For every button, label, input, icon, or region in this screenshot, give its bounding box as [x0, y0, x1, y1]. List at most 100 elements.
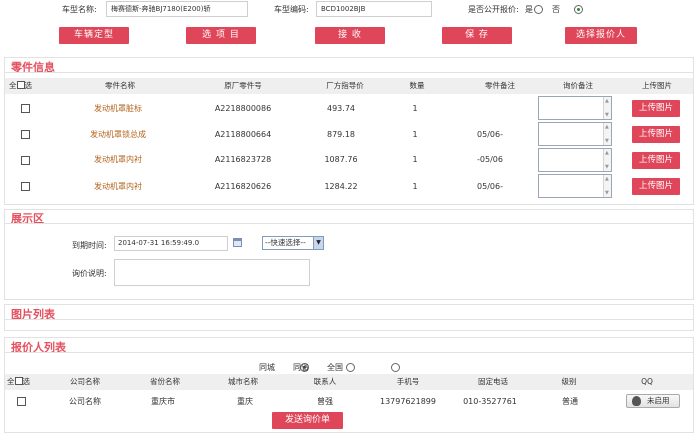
part-qty: 1 — [412, 155, 418, 164]
quoter-select-all-label[interactable]: 全选 — [7, 374, 30, 390]
chevron-down-icon[interactable]: ▼ — [313, 237, 323, 249]
header-qty: 数量 — [409, 81, 425, 90]
calendar-icon-top — [234, 239, 241, 241]
scope-nation-label: 全国 — [327, 363, 343, 372]
quoter-phone: 010-3527761 — [463, 397, 517, 406]
inquiry-remark-textarea[interactable] — [538, 122, 612, 146]
upload-image-button[interactable]: 上传图片 — [632, 126, 680, 143]
quoter-table-header: 全选 公司名称 省份名称 城市名称 联系人 手机号 固定电话 级别 QQ — [5, 374, 693, 390]
part-no: A2116820626 — [214, 182, 272, 191]
header-mobile: 手机号 — [396, 377, 420, 386]
deadline-label: 到期时间: — [72, 241, 107, 250]
display-divider — [4, 223, 694, 224]
deadline-input[interactable]: 2014-07-31 16:59:49.0 — [114, 236, 228, 251]
save-button[interactable]: 保 存 — [442, 27, 512, 44]
inquiry-remark-textarea[interactable] — [538, 96, 612, 120]
quoter-company: 公司名称 — [69, 397, 101, 406]
send-inquiry-button[interactable]: 发送询价单 — [272, 412, 343, 429]
part-qty: 1 — [412, 182, 418, 191]
model-name-label: 车型名称: — [62, 5, 97, 14]
image-list-divider — [4, 319, 694, 320]
desc-textarea[interactable] — [114, 259, 310, 286]
public-no-label: 否 — [552, 5, 560, 14]
qq-penguin-icon — [632, 396, 641, 406]
calendar-icon[interactable] — [233, 238, 242, 247]
quoter-select-all-checkbox[interactable] — [14, 377, 23, 385]
part-remark: 05/06- — [477, 182, 503, 191]
qq-status: 未启用 — [647, 396, 670, 405]
part-name: 发动机罩锁总成 — [90, 130, 146, 139]
header-level: 级别 — [561, 377, 577, 386]
quoter-divider — [4, 352, 694, 353]
header-qq: QQ — [641, 377, 653, 386]
parts-table-header: 全选全选 零件名称 原厂零件号 厂方指导价 数量 零件备注 询价备注 上传图片 — [5, 78, 693, 94]
quoter-contact: 曾强 — [317, 397, 333, 406]
part-price: 1284.22 — [324, 182, 358, 191]
header-province: 省份名称 — [150, 377, 180, 386]
public-yes-radio[interactable] — [534, 5, 543, 14]
quoter-city: 重庆 — [237, 397, 253, 406]
part-no: A2218800086 — [214, 104, 272, 113]
row-checkbox[interactable] — [17, 397, 26, 406]
header-contact: 联系人 — [313, 377, 337, 386]
part-price: 493.74 — [327, 104, 355, 113]
scope-province-label: 同省 — [293, 363, 309, 372]
upload-image-button[interactable]: 上传图片 — [632, 152, 680, 169]
public-yes-label: 是 — [525, 5, 533, 14]
receive-button[interactable]: 接 收 — [315, 27, 385, 44]
public-no-radio[interactable] — [573, 5, 583, 14]
upload-image-button[interactable]: 上传图片 — [632, 100, 680, 117]
table-row: 公司名称 重庆市 重庆 曾强 13797621899 010-3527761 普… — [0, 392, 700, 410]
vehicle-define-button[interactable]: 车辆定型 — [59, 27, 129, 44]
part-no: A2118800664 — [214, 130, 272, 139]
textarea-scrollbar[interactable] — [603, 149, 611, 171]
row-checkbox[interactable] — [21, 156, 30, 165]
header-upload: 上传图片 — [642, 81, 672, 90]
table-row: 发动机罩内衬 A2116820626 1284.22 1 05/06- 上传图片 — [0, 174, 700, 200]
table-row: 发动机罩锁总成 A2118800664 879.18 1 05/06- 上传图片 — [0, 122, 700, 148]
select-project-button[interactable]: 选 项 目 — [186, 27, 256, 44]
header-part-remark: 零件备注 — [485, 81, 515, 90]
image-list-section — [4, 304, 694, 331]
part-name: 发动机罩内衬 — [94, 155, 142, 164]
part-no: A2116823728 — [214, 155, 272, 164]
header-phone: 固定电话 — [478, 377, 508, 386]
scope-province-radio[interactable] — [345, 363, 355, 372]
textarea-scrollbar[interactable] — [603, 123, 611, 145]
qq-button[interactable]: 未启用 — [626, 394, 680, 408]
row-checkbox[interactable] — [21, 182, 30, 191]
parts-select-all-checkbox[interactable] — [16, 81, 25, 89]
quoter-level: 普通 — [562, 397, 578, 406]
textarea-scrollbar[interactable] — [603, 97, 611, 119]
header-inquiry-remark: 询价备注 — [563, 81, 593, 90]
upload-image-button[interactable]: 上传图片 — [632, 178, 680, 195]
part-qty: 1 — [412, 104, 418, 113]
inquiry-remark-textarea[interactable] — [538, 148, 612, 172]
header-part-no: 原厂零件号 — [224, 81, 262, 90]
inquiry-remark-textarea[interactable] — [538, 174, 612, 198]
parts-select-all-label[interactable]: 全选全选 — [9, 78, 32, 94]
header-price: 厂方指导价 — [326, 81, 364, 90]
part-remark: 05/06- — [477, 130, 503, 139]
table-row: 发动机罩脏标 A2218800086 493.74 1 上传图片 — [0, 96, 700, 122]
row-checkbox[interactable] — [21, 130, 30, 139]
scope-local-label: 同城 — [259, 363, 275, 372]
desc-label: 询价说明: — [72, 269, 107, 278]
header-part-name: 零件名称 — [105, 81, 135, 90]
part-name: 发动机罩内衬 — [94, 182, 142, 191]
model-code-field[interactable]: BCD1002BJB — [316, 1, 432, 17]
textarea-scrollbar[interactable] — [603, 175, 611, 197]
quoter-mobile: 13797621899 — [380, 397, 436, 406]
quick-select-dropdown[interactable]: --快速选择-- ▼ — [262, 236, 324, 250]
header-company: 公司名称 — [70, 377, 100, 386]
model-name-field[interactable]: 梅赛德斯-奔驰BJ7180(E200)轿 — [106, 1, 248, 17]
model-code-label: 车型编码: — [274, 5, 309, 14]
part-name: 发动机罩脏标 — [94, 104, 142, 113]
part-qty: 1 — [412, 130, 418, 139]
part-price: 1087.76 — [324, 155, 358, 164]
row-checkbox[interactable] — [21, 104, 30, 113]
table-row: 发动机罩内衬 A2116823728 1087.76 1 -05/06 上传图片 — [0, 148, 700, 174]
quoter-province: 重庆市 — [151, 397, 175, 406]
part-remark: -05/06 — [477, 155, 503, 164]
select-quoter-button[interactable]: 选择报价人 — [565, 27, 637, 44]
